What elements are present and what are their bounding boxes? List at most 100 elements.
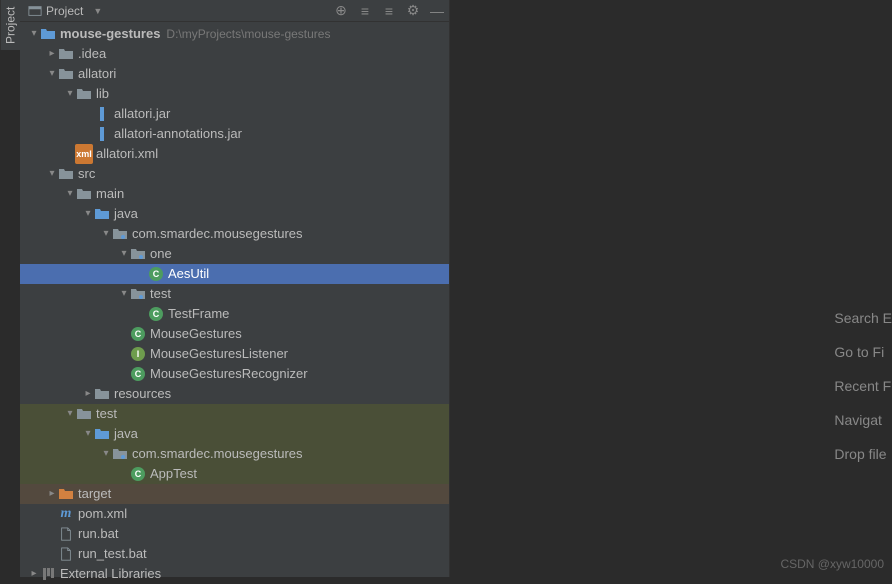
tree-item-label: MouseGesturesListener <box>150 344 288 364</box>
expand-arrow-icon[interactable] <box>82 204 94 224</box>
maven-icon: m <box>58 506 74 522</box>
panel-toolbar: ⊕ ≡ ≡ ⚙ — <box>333 3 445 19</box>
tree-row[interactable]: allatori <box>20 64 449 84</box>
tree-item-label: com.smardec.mousegestures <box>132 444 303 464</box>
tree-row[interactable]: java <box>20 424 449 444</box>
tree-row[interactable]: run_test.bat <box>20 544 449 564</box>
tree-row[interactable]: .idea <box>20 44 449 64</box>
tree-row[interactable]: CTestFrame <box>20 304 449 324</box>
tree-item-label: AppTest <box>150 464 197 484</box>
tree-row[interactable]: test <box>20 284 449 304</box>
settings-icon[interactable]: ⚙ <box>405 3 421 19</box>
panel-title[interactable]: Project ▼ <box>24 4 106 18</box>
tree-item-label: External Libraries <box>60 564 161 584</box>
tree-row[interactable]: External Libraries <box>20 564 449 584</box>
hint-recent: Recent F <box>834 378 892 394</box>
folder-src-icon <box>94 206 110 222</box>
tree-row[interactable]: CAesUtil <box>20 264 449 284</box>
expand-all-icon[interactable]: ≡ <box>381 3 397 19</box>
tree-item-label: allatori-annotations.jar <box>114 124 242 144</box>
tree-item-label: allatori.xml <box>96 144 158 164</box>
tree-item-label: com.smardec.mousegestures <box>132 224 303 244</box>
tree-item-label: resources <box>114 384 171 404</box>
tree-row[interactable]: src <box>20 164 449 184</box>
project-panel: Project ▼ ⊕ ≡ ≡ ⚙ — mouse-gesturesD:\myP… <box>20 0 450 577</box>
tree-row[interactable]: com.smardec.mousegestures <box>20 444 449 464</box>
tree-row[interactable]: CMouseGestures <box>20 324 449 344</box>
hide-icon[interactable]: — <box>429 3 445 19</box>
expand-arrow-icon[interactable] <box>46 44 58 64</box>
file-icon <box>58 526 74 542</box>
tree-row[interactable]: java <box>20 204 449 224</box>
expand-arrow-icon[interactable] <box>46 164 58 184</box>
view-dropdown-icon[interactable]: ▼ <box>93 6 102 16</box>
class-icon: C <box>130 466 146 482</box>
expand-arrow-icon[interactable] <box>100 444 112 464</box>
expand-arrow-icon[interactable] <box>100 224 112 244</box>
tab-label: Project <box>4 6 18 43</box>
project-tool-window-tab[interactable]: Project <box>0 0 20 50</box>
expand-arrow-icon[interactable] <box>118 284 130 304</box>
tree-row[interactable]: target <box>20 484 449 504</box>
expand-arrow-icon[interactable] <box>82 424 94 444</box>
tree-item-label: run.bat <box>78 524 118 544</box>
hint-drop: Drop file <box>834 446 892 462</box>
tree-item-label: java <box>114 204 138 224</box>
tree-row[interactable]: IMouseGesturesListener <box>20 344 449 364</box>
module-icon <box>40 26 56 42</box>
class-icon: C <box>148 266 164 282</box>
tree-item-label: .idea <box>78 44 106 64</box>
tree-item-label: TestFrame <box>168 304 229 324</box>
project-icon <box>28 4 42 18</box>
tree-row[interactable]: run.bat <box>20 524 449 544</box>
expand-arrow-icon[interactable] <box>64 84 76 104</box>
tree-row[interactable]: mpom.xml <box>20 504 449 524</box>
locate-icon[interactable]: ⊕ <box>333 3 349 19</box>
tree-item-label: test <box>150 284 171 304</box>
expand-arrow-icon[interactable] <box>82 384 94 404</box>
expand-arrow-icon[interactable] <box>28 564 40 584</box>
expand-arrow-icon[interactable] <box>46 484 58 504</box>
expand-arrow-icon[interactable] <box>28 24 40 44</box>
expand-arrow-icon[interactable] <box>46 64 58 84</box>
xml-icon: xml <box>76 146 92 162</box>
package-icon <box>112 226 128 242</box>
class-icon: C <box>148 306 164 322</box>
tree-item-label: main <box>96 184 124 204</box>
expand-arrow-icon[interactable] <box>118 244 130 264</box>
tree-row[interactable]: com.smardec.mousegestures <box>20 224 449 244</box>
tree-row[interactable]: main <box>20 184 449 204</box>
tree-row[interactable]: mouse-gesturesD:\myProjects\mouse-gestur… <box>20 24 449 44</box>
tree-row[interactable]: CAppTest <box>20 464 449 484</box>
tree-row[interactable]: lib <box>20 84 449 104</box>
tree-row[interactable]: allatori.jar <box>20 104 449 124</box>
editor-hints: Search E Go to Fi Recent F Navigat Drop … <box>834 310 892 462</box>
tree-row[interactable]: CMouseGesturesRecognizer <box>20 364 449 384</box>
tree-row[interactable]: test <box>20 404 449 424</box>
tree-row[interactable]: xmlallatori.xml <box>20 144 449 164</box>
tree-item-label: allatori <box>78 64 116 84</box>
expand-arrow-icon[interactable] <box>64 404 76 424</box>
panel-title-text: Project <box>46 4 83 18</box>
tree-item-label: java <box>114 424 138 444</box>
tree-item-label: AesUtil <box>168 264 209 284</box>
tree-item-label: lib <box>96 84 109 104</box>
hint-nav: Navigat <box>834 412 892 428</box>
tree-item-label: pom.xml <box>78 504 127 524</box>
tree-item-label: target <box>78 484 111 504</box>
hint-search: Search E <box>834 310 892 326</box>
folder-src-icon <box>94 426 110 442</box>
collapse-all-icon[interactable]: ≡ <box>357 3 373 19</box>
folder-icon <box>76 406 92 422</box>
folder-icon <box>76 86 92 102</box>
tree-row[interactable]: allatori-annotations.jar <box>20 124 449 144</box>
folder-res-icon <box>94 386 110 402</box>
tree-row[interactable]: resources <box>20 384 449 404</box>
class-icon: C <box>130 326 146 342</box>
package-icon <box>130 286 146 302</box>
package-icon <box>112 446 128 462</box>
hint-goto: Go to Fi <box>834 344 892 360</box>
expand-arrow-icon[interactable] <box>64 184 76 204</box>
tree-row[interactable]: one <box>20 244 449 264</box>
folder-icon <box>76 186 92 202</box>
